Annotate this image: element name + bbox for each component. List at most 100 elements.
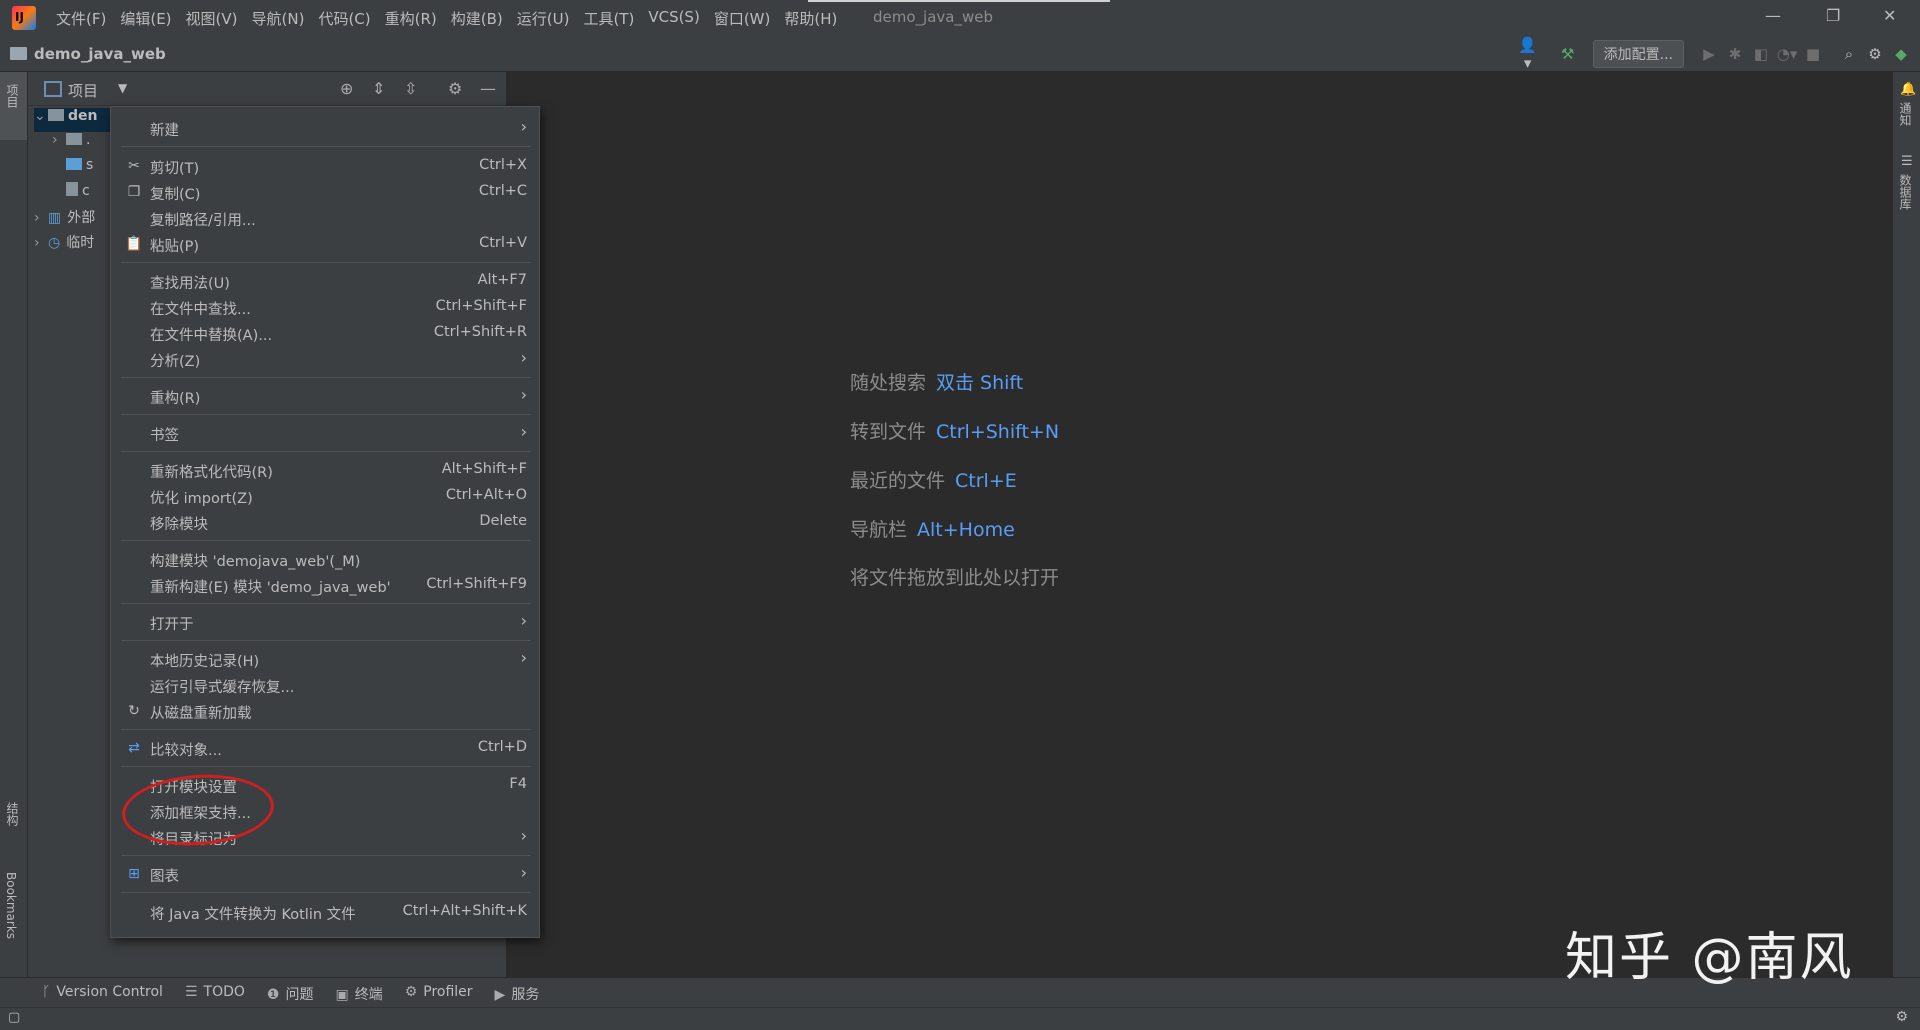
menu-item-build-module[interactable]: 构建模块 'demojava_web'(_M) (111, 546, 539, 572)
search-icon[interactable]: ⌕ (1836, 45, 1862, 63)
menu-item-find-in-files[interactable]: 在文件中查找... Ctrl+Shift+F (111, 294, 539, 320)
menu-vcs[interactable]: VCS(S) (648, 8, 699, 29)
bookmarks-tool-tab[interactable]: Bookmarks (4, 872, 18, 939)
locate-target-icon[interactable]: ⊕ (340, 79, 353, 98)
build-hammer-icon[interactable]: ⚒ (1555, 45, 1581, 63)
menu-item-reformat-code[interactable]: 重新格式化代码(R) Alt+Shift+F (111, 457, 539, 483)
tab-problems[interactable]: ❶ 问题 (267, 984, 314, 1004)
menu-item-convert-to-kotlin[interactable]: 将 Java 文件转换为 Kotlin 文件 Ctrl+Alt+Shift+K (111, 899, 539, 925)
structure-tool-tab[interactable]: 结构 (4, 802, 21, 826)
chevron-right-icon: › (520, 611, 527, 630)
chevron-right-icon: › (520, 863, 527, 882)
chevron-down-icon[interactable]: ▼ (118, 81, 127, 95)
menu-item-paste[interactable]: 📋 粘贴(P) Ctrl+V (111, 231, 539, 257)
run-icon[interactable]: ▶ (1696, 45, 1722, 63)
database-icon[interactable]: ☰ (1901, 154, 1913, 169)
status-bar: ▢ ⚙ (0, 1007, 1920, 1030)
tree-row-external-libraries[interactable]: › ▥ 外部 (34, 207, 95, 231)
tree-label: 外部 (67, 210, 96, 226)
menu-run[interactable]: 运行(U) (517, 8, 570, 29)
collapse-all-icon[interactable]: ⇳ (404, 79, 417, 98)
bell-icon[interactable]: 🔔 (1900, 82, 1916, 97)
tab-services[interactable]: ▶ 服务 (495, 984, 540, 1004)
menu-refactor[interactable]: 重构(R) (385, 8, 437, 29)
main-menu: 文件(F) 编辑(E) 视图(V) 导航(N) 代码(C) 重构(R) 构建(B… (56, 8, 851, 29)
menu-item-local-history[interactable]: 本地历史记录(H) › (111, 646, 539, 672)
toggle-tool-windows-icon[interactable]: ▢ (8, 1010, 20, 1025)
menu-help[interactable]: 帮助(H) (784, 8, 837, 29)
gear-icon[interactable]: ⚙ (448, 79, 462, 98)
tree-row[interactable]: s (66, 157, 93, 181)
menu-item-rebuild-module[interactable]: 重新构建(E) 模块 'demo_java_web' Ctrl+Shift+F9 (111, 572, 539, 598)
project-tool-tab[interactable]: 项目 (4, 84, 21, 108)
database-tool-tab[interactable]: 数据库 (1897, 174, 1914, 210)
tab-version-control[interactable]: ᚴ Version Control (42, 984, 163, 1004)
menu-item-open-in[interactable]: 打开于 › (111, 609, 539, 635)
chevron-right-icon: › (520, 117, 527, 136)
menu-view[interactable]: 视图(V) (186, 8, 238, 29)
tree-label: c (82, 183, 90, 199)
menu-code[interactable]: 代码(C) (318, 8, 370, 29)
menu-file[interactable]: 文件(F) (56, 8, 106, 29)
notifications-tool-tab[interactable]: 通知 (1897, 102, 1914, 126)
coverage-icon[interactable]: ◧ (1748, 45, 1774, 63)
add-configuration-button[interactable]: 添加配置... (1592, 40, 1684, 68)
menu-item-add-framework-support[interactable]: 添加框架支持... (111, 798, 539, 824)
menu-tools[interactable]: 工具(T) (583, 8, 634, 29)
menu-item-new[interactable]: 新建 › (111, 115, 539, 141)
menu-item-cut[interactable]: ✂ 剪切(T) Ctrl+X (111, 153, 539, 179)
tab-terminal[interactable]: ▣ 终端 (335, 984, 382, 1004)
menu-item-find-usages[interactable]: 查找用法(U) Alt+F7 (111, 268, 539, 294)
window-title: demo_java_web (873, 8, 993, 26)
close-icon[interactable]: ✕ (1883, 6, 1896, 25)
stop-icon[interactable]: ■ (1800, 45, 1826, 63)
menu-edit[interactable]: 编辑(E) (120, 8, 171, 29)
menu-item-remove-module[interactable]: 移除模块 Delete (111, 509, 539, 535)
hint-shortcut: Alt+Home (917, 519, 1015, 541)
menu-item-diagrams[interactable]: ⊞ 图表 › (111, 861, 539, 887)
project-panel-title[interactable]: 项目 (68, 80, 98, 101)
tree-row-scratches[interactable]: › ◷ 临时 (34, 232, 94, 256)
profile-icon[interactable]: ◔▾ (1774, 45, 1800, 63)
expand-all-icon[interactable]: ⇕ (372, 79, 385, 98)
minimize-icon[interactable]: — (1765, 6, 1781, 25)
hint-navigation-bar: 导航栏 Alt+Home (850, 515, 1015, 542)
profiler-icon: ⚙ (404, 984, 418, 1000)
menu-item-refactor[interactable]: 重构(R) › (111, 383, 539, 409)
event-log-icon[interactable]: ⚙ (1895, 1009, 1908, 1025)
settings-gear-icon[interactable]: ⚙ (1862, 45, 1888, 63)
tree-row[interactable]: c (66, 182, 90, 206)
hide-panel-icon[interactable]: — (480, 79, 496, 98)
menu-item-copy[interactable]: ❐ 复制(C) Ctrl+C (111, 179, 539, 205)
right-tool-strip: 🔔 通知 ☰ 数据库 (1892, 72, 1920, 977)
project-view-icon (44, 81, 62, 97)
scissors-icon: ✂ (128, 158, 140, 174)
debug-icon[interactable]: ✱ (1722, 45, 1748, 63)
menu-item-cache-recovery[interactable]: 运行引导式缓存恢复... (111, 672, 539, 698)
tab-todo[interactable]: ☰ TODO (185, 984, 245, 1004)
tab-profiler[interactable]: ⚙ Profiler (405, 984, 473, 1004)
user-icon[interactable]: 👤▾ (1515, 36, 1541, 72)
menu-item-module-settings[interactable]: 打开模块设置 F4 (111, 772, 539, 798)
intellij-logo-icon (12, 6, 36, 30)
menu-build[interactable]: 构建(B) (451, 8, 503, 29)
services-play-icon: ▶ (494, 987, 506, 1003)
breadcrumb-project[interactable]: demo_java_web (34, 45, 166, 63)
menu-item-analyze[interactable]: 分析(Z) › (111, 346, 539, 372)
menu-item-mark-directory-as[interactable]: 将目录标记为 › (111, 824, 539, 850)
menu-item-bookmarks[interactable]: 书签 › (111, 420, 539, 446)
menu-item-replace-in-files[interactable]: 在文件中替换(A)... Ctrl+Shift+R (111, 320, 539, 346)
reload-icon: ↻ (128, 703, 140, 719)
menu-item-copy-path[interactable]: 复制路径/引用... (111, 205, 539, 231)
tree-label: s (86, 157, 94, 173)
tree-row[interactable]: ›. (52, 132, 90, 156)
menu-navigate[interactable]: 导航(N) (252, 8, 305, 29)
menu-item-reload-from-disk[interactable]: ↻ 从磁盘重新加载 (111, 698, 539, 724)
menu-window[interactable]: 窗口(W) (714, 8, 771, 29)
menu-item-compare-with[interactable]: ⇄ 比较对象... Ctrl+D (111, 735, 539, 761)
restore-icon[interactable]: ❐ (1826, 6, 1840, 25)
jetbrains-toolbox-icon[interactable]: ◆ (1888, 45, 1914, 63)
hint-label: 将文件拖放到此处以打开 (850, 567, 1060, 589)
hint-label: 随处搜索 (850, 372, 927, 394)
menu-item-optimize-imports[interactable]: 优化 import(Z) Ctrl+Alt+O (111, 483, 539, 509)
